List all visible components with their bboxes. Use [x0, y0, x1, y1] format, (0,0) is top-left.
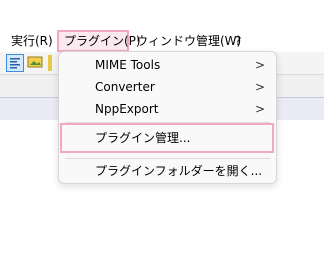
toolbar-separator — [48, 55, 52, 71]
menu-item-plugin-admin[interactable]: プラグイン管理... — [60, 123, 274, 153]
menu-item-label: NppExport — [95, 102, 159, 116]
chevron-right-icon: > — [255, 58, 266, 72]
align-icon[interactable] — [6, 54, 24, 72]
menu-item-open-plugins-folder[interactable]: プラグインフォルダーを開く... — [59, 160, 276, 182]
plugins-dropdown: MIME Tools > Converter > NppExport > プラグ… — [58, 51, 277, 184]
menu-separator — [65, 158, 270, 159]
menu-run[interactable]: 実行(R) — [11, 30, 53, 52]
menu-item-converter[interactable]: Converter > — [59, 76, 276, 98]
menu-item-label: MIME Tools — [95, 58, 161, 72]
menu-help[interactable]: ? — [235, 30, 241, 52]
menu-plugins[interactable]: プラグイン(P) — [57, 30, 141, 52]
menu-item-label: プラグインフォルダーを開く... — [95, 164, 263, 178]
menu-bar: 実行(R) プラグイン(P) ウィンドウ管理(W) ? — [0, 30, 324, 52]
menu-item-mime-tools[interactable]: MIME Tools > — [59, 54, 276, 76]
menu-item-label: プラグイン管理... — [95, 131, 191, 145]
menu-item-nppexport[interactable]: NppExport > — [59, 98, 276, 120]
menu-window[interactable]: ウィンドウ管理(W) — [136, 30, 241, 52]
chevron-right-icon: > — [255, 102, 266, 116]
image-icon[interactable] — [27, 54, 45, 72]
chevron-right-icon: > — [255, 80, 266, 94]
menu-item-label: Converter — [95, 80, 155, 94]
